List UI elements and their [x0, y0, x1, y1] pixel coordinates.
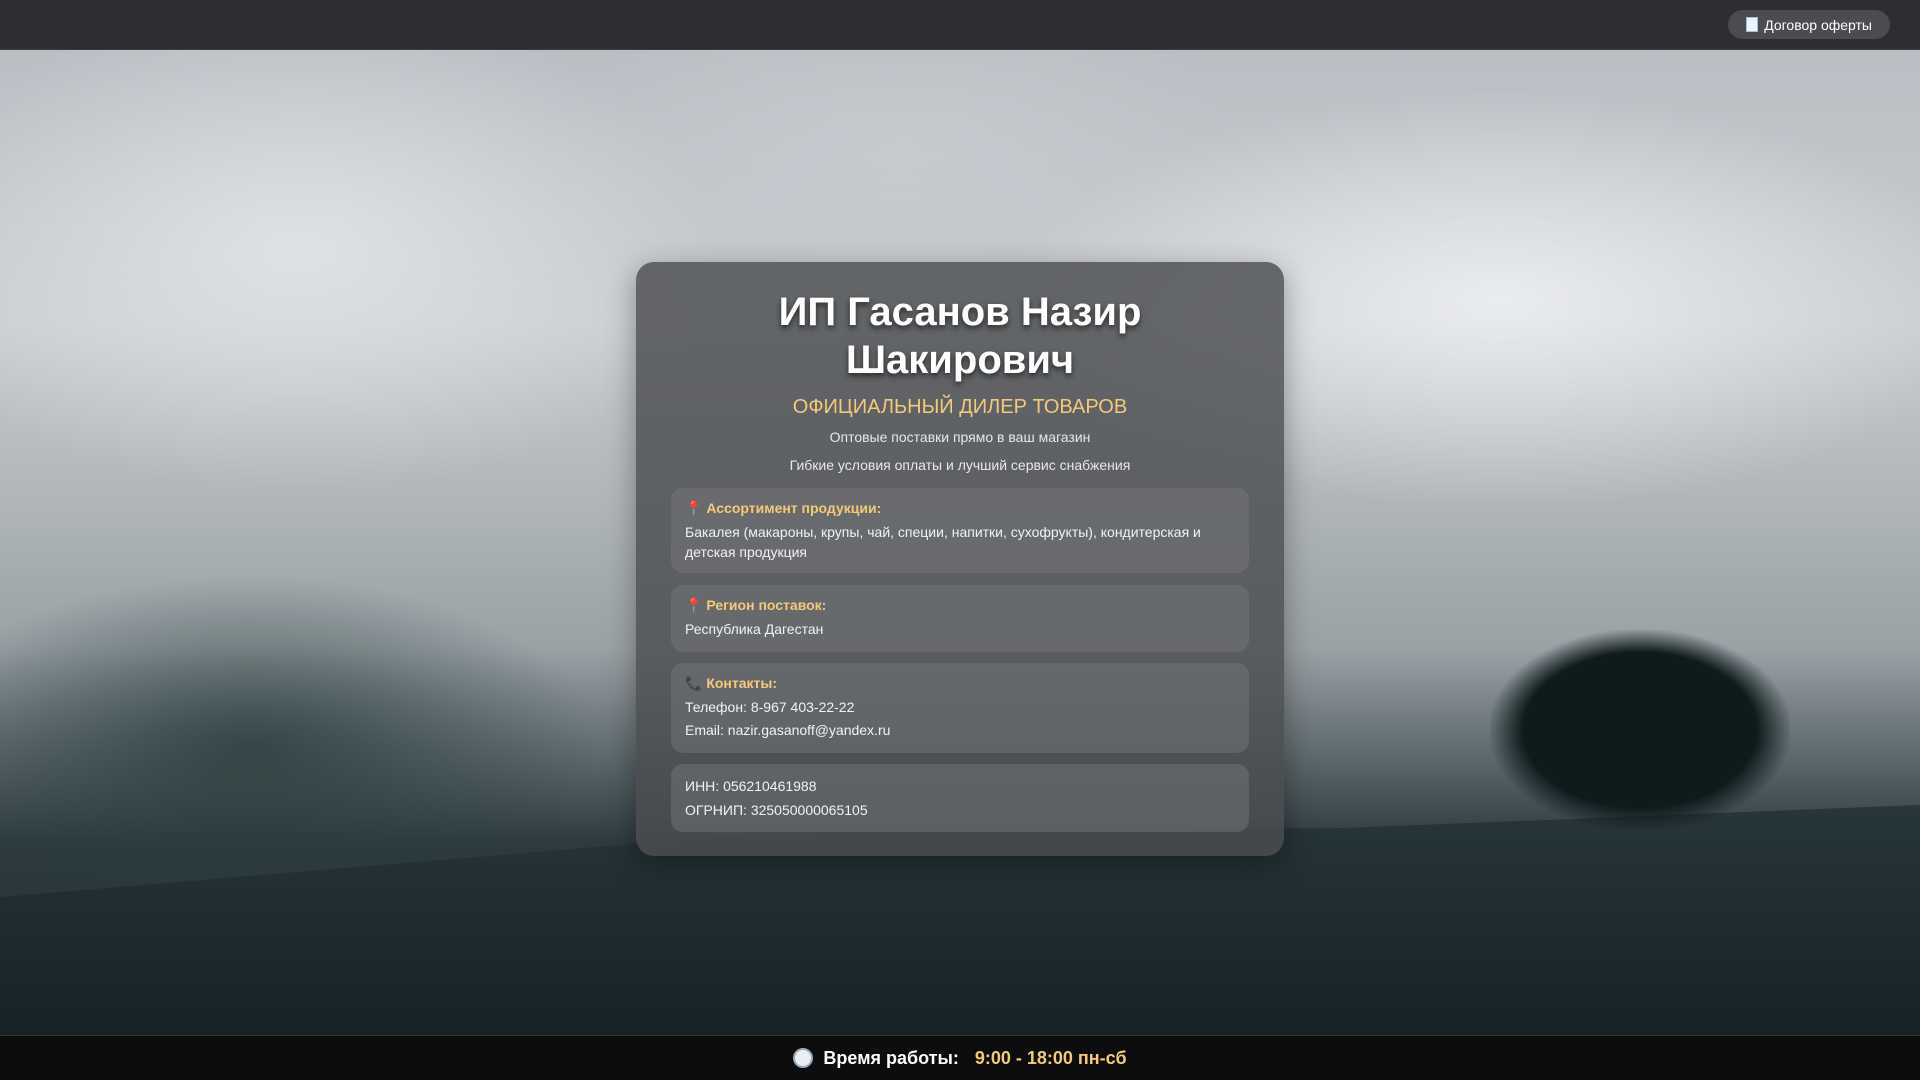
tagline-1: Оптовые поставки прямо в ваш магазин: [829, 429, 1091, 445]
working-hours-value: 9:00 - 18:00 пн-сб: [974, 1047, 1127, 1068]
assortment-heading: Ассортимент продукции:: [706, 500, 882, 516]
title-line-2: Шакирович: [845, 338, 1075, 382]
pin-icon: 📍: [685, 597, 703, 613]
offer-contract-label: Договор оферты: [1764, 16, 1872, 33]
region-heading: Регион поставок:: [706, 597, 827, 613]
company-title: ИП Гасанов Назир Шакирович: [636, 288, 1284, 384]
legal-section: ИНН: 056210461988 ОГРНИП: 32505000006510…: [671, 764, 1249, 832]
working-hours-label: Время работы:: [823, 1047, 959, 1068]
top-bar: Договор оферты: [0, 0, 1920, 50]
region-section: 📍 Регион поставок: Республика Дагестан: [671, 585, 1249, 652]
assortment-text: Бакалея (макароны, крупы, чай, специи, н…: [685, 524, 1201, 560]
ogrnip-text: ОГРНИП: 325050000065105: [685, 802, 868, 818]
contact-email[interactable]: Email: nazir.gasanoff@yandex.ru: [685, 720, 1235, 740]
document-icon: [1746, 17, 1759, 32]
pin-icon: 📍: [685, 500, 703, 516]
phone-icon: 📞: [685, 675, 703, 691]
region-text: Республика Дагестан: [685, 621, 824, 637]
offer-contract-button[interactable]: Договор оферты: [1728, 10, 1890, 39]
tagline-2: Гибкие условия оплаты и лучший сервис сн…: [789, 457, 1131, 473]
title-line-1: ИП Гасанов Назир: [778, 290, 1142, 334]
assortment-section: 📍 Ассортимент продукции: Бакалея (макаро…: [671, 488, 1249, 573]
background-tree: [1490, 630, 1790, 830]
contact-phone[interactable]: Телефон: 8-967 403-22-22: [685, 697, 1235, 717]
contacts-section: 📞 Контакты: Телефон: 8-967 403-22-22 Ema…: [671, 663, 1249, 753]
contacts-heading: Контакты:: [706, 675, 778, 691]
company-card: ИП Гасанов Назир Шакирович ОФИЦИАЛЬНЫЙ Д…: [636, 262, 1284, 856]
working-hours-bar: Время работы: 9:00 - 18:00 пн-сб: [0, 1035, 1920, 1080]
inn-text: ИНН: 056210461988: [685, 778, 817, 794]
company-subtitle: ОФИЦИАЛЬНЫЙ ДИЛЕР ТОВАРОВ: [792, 396, 1128, 418]
clock-icon: [793, 1048, 814, 1068]
